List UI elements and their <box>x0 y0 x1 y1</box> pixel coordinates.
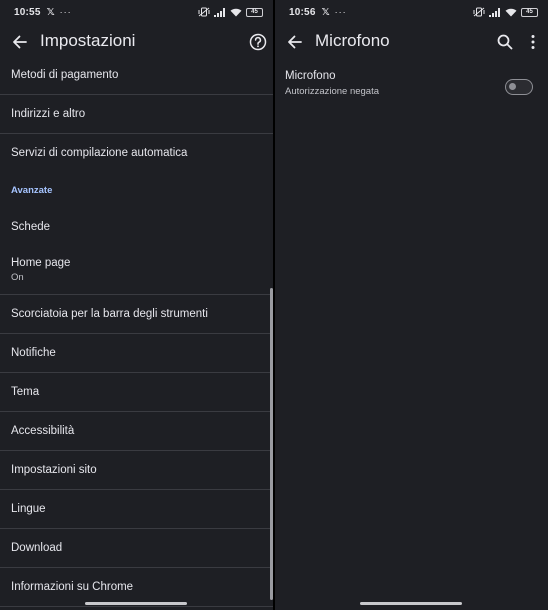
microphone-screen: 10:56 𝕏 ··· 45 Microfono Microfono Autor… <box>275 0 548 610</box>
status-time: 10:55 <box>14 6 41 18</box>
microphone-toggle[interactable] <box>505 79 533 95</box>
settings-item-accessibility[interactable]: Accessibilità <box>0 412 273 450</box>
settings-item-downloads[interactable]: Download <box>0 529 273 567</box>
settings-item-label: Scorciatoia per la barra degli strumenti <box>11 308 208 320</box>
settings-item-label: Download <box>11 542 63 554</box>
page-title: Microfono <box>315 31 390 50</box>
settings-item-toolbar-shortcut[interactable]: Scorciatoia per la barra degli strumenti <box>0 295 273 333</box>
wifi-icon <box>505 8 517 16</box>
x-app-icon: 𝕏 <box>321 6 330 18</box>
signal-icon <box>214 7 225 17</box>
toggle-knob <box>509 83 516 90</box>
settings-item-about-chrome[interactable]: Informazioni su Chrome <box>0 568 273 606</box>
settings-item-theme[interactable]: Tema <box>0 373 273 411</box>
wifi-icon <box>230 8 242 16</box>
settings-item-label: Tema <box>11 386 40 398</box>
settings-item-label: Lingue <box>11 503 46 515</box>
settings-item-label: Home page <box>11 257 71 269</box>
settings-item-languages[interactable]: Lingue <box>0 490 273 528</box>
app-bar: Impostazioni <box>0 24 273 60</box>
microphone-permission-row[interactable]: Microfono Autorizzazione negata <box>275 70 548 110</box>
settings-item-label: Servizi di compilazione automatica <box>11 147 188 159</box>
battery-icon: 45 <box>246 7 263 17</box>
settings-item-addresses[interactable]: Indirizzi e altro <box>0 95 273 133</box>
settings-item-label: Accessibilità <box>11 425 75 437</box>
status-bar: 10:56 𝕏 ··· 45 <box>275 0 548 24</box>
battery-icon: 45 <box>521 7 538 17</box>
gesture-nav-bar[interactable] <box>360 602 462 605</box>
vibrate-off-icon <box>198 7 210 17</box>
arrow-left-icon[interactable] <box>10 32 30 52</box>
app-bar: Microfono <box>275 24 548 60</box>
status-time: 10:56 <box>289 6 316 18</box>
gesture-nav-bar[interactable] <box>85 602 187 605</box>
settings-item-label: Indirizzi e altro <box>11 108 86 120</box>
settings-item-payment-methods[interactable]: Metodi di pagamento <box>0 56 273 94</box>
settings-item-autofill-services[interactable]: Servizi di compilazione automatica <box>0 134 273 172</box>
more-notifications-icon: ··· <box>334 7 347 17</box>
settings-list: Metodi di pagamento Indirizzi e altro Se… <box>0 56 273 607</box>
help-circle-icon[interactable] <box>248 32 268 52</box>
settings-item-home-page[interactable]: Home page On <box>0 246 273 294</box>
settings-item-label: Metodi di pagamento <box>11 69 119 81</box>
signal-icon <box>489 7 500 17</box>
arrow-left-icon[interactable] <box>285 32 305 52</box>
status-bar: 10:55 𝕏 ··· 45 <box>0 0 273 24</box>
settings-item-label: Impostazioni sito <box>11 464 97 476</box>
settings-item-sublabel: On <box>11 272 24 283</box>
search-icon[interactable] <box>495 32 515 52</box>
vibrate-off-icon <box>473 7 485 17</box>
divider <box>0 606 273 607</box>
settings-item-notifications[interactable]: Notifiche <box>0 334 273 372</box>
section-header-advanced: Avanzate <box>11 184 53 196</box>
more-vert-icon[interactable] <box>523 32 543 52</box>
settings-item-label: Schede <box>11 221 51 233</box>
settings-item-label: Notifiche <box>11 347 56 359</box>
x-app-icon: 𝕏 <box>46 6 55 18</box>
settings-item-site-settings[interactable]: Impostazioni sito <box>0 451 273 489</box>
settings-item-label: Informazioni su Chrome <box>11 581 134 593</box>
settings-item-tabs[interactable]: Schede <box>0 208 273 246</box>
scrollbar[interactable] <box>270 288 273 600</box>
page-title: Impostazioni <box>40 31 136 50</box>
more-notifications-icon: ··· <box>59 7 72 17</box>
settings-screen: 10:55 𝕏 ··· 45 Impostazioni Metodi di pa… <box>0 0 273 610</box>
